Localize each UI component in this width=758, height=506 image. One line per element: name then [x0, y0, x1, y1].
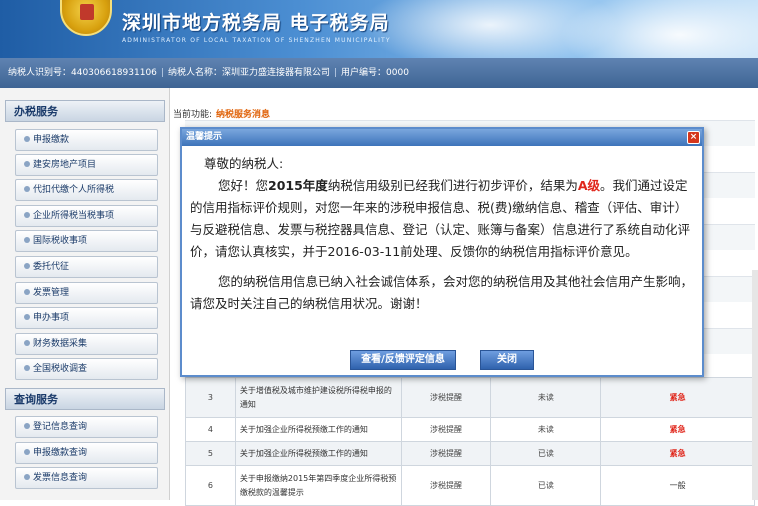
bullet-icon [24, 212, 30, 218]
view-feedback-button[interactable]: 查看/反馈评定信息 [350, 350, 456, 370]
notice-dialog: 温馨提示 × 尊敬的纳税人: 您好！您2015年度纳税信用级别已经我们进行初步评… [180, 127, 704, 377]
dialog-paragraph-1: 您好！您2015年度纳税信用级别已经我们进行初步评价，结果为A级。我们通过设定的… [190, 178, 691, 259]
sidebar: 办税服务 申报缴款 建安房地产项目 代扣代缴个人所得税 企业所得税当税事项 国际… [0, 88, 170, 500]
message-level: 紧急 [600, 377, 755, 418]
message-title-link[interactable]: 关于加强企业所得税预缴工作的通知 [234, 441, 402, 466]
sidebar-item-financial-data[interactable]: 财务数据采集 [15, 333, 158, 355]
taxpayer-name: 纳税人名称：深圳亚力盛连接器有限公司 [167, 68, 330, 78]
site-title: 深圳市地方税务局 电子税务局 [122, 12, 390, 34]
bullet-icon [24, 423, 30, 429]
breadcrumb-current: 纳税服务消息 [216, 110, 271, 120]
bullet-icon [24, 289, 30, 295]
message-status: 未读 [490, 377, 602, 418]
message-title-link[interactable]: 关于加强企业所得税预缴工作的通知 [234, 417, 402, 442]
user-number: 用户编号：0000 [341, 68, 409, 78]
cloud-decoration [560, 0, 758, 58]
message-title-link[interactable]: 关于增值税及城市维护建设税所得税申报的通知 [234, 377, 402, 418]
message-type: 涉税提醒 [400, 377, 492, 418]
breadcrumb-label: 当前功能: [173, 110, 213, 120]
dialog-paragraph-2: 您的纳税信用信息已纳入社会诚信体系，会对您的纳税信用及其他社会信用产生影响，请您… [190, 274, 694, 311]
table-row[interactable]: 3 关于增值税及城市维护建设税所得税申报的通知 涉税提醒 未读 紧急 [185, 377, 755, 418]
message-table: 3 关于增值税及城市维护建设税所得税申报的通知 涉税提醒 未读 紧急 4 关于加… [185, 377, 755, 506]
sidebar-section-query-services[interactable]: 查询服务 [5, 388, 165, 410]
site-subtitle: ADMINISTRATOR OF LOCAL TAXATION OF SHENZ… [122, 37, 391, 44]
sidebar-item-payment-query[interactable]: 申报缴款查询 [15, 442, 158, 464]
bullet-icon [24, 314, 30, 320]
bullet-icon [24, 263, 30, 269]
message-level: 紧急 [600, 417, 755, 442]
message-level: 紧急 [600, 441, 755, 466]
table-row[interactable]: 5 关于加强企业所得税预缴工作的通知 涉税提醒 已读 紧急 [185, 441, 755, 466]
breadcrumb: 当前功能: 纳税服务消息 [173, 107, 270, 120]
close-icon[interactable]: × [687, 131, 700, 144]
close-button[interactable]: 关闭 [480, 350, 534, 370]
message-status: 已读 [490, 441, 602, 466]
message-type: 涉税提醒 [400, 417, 492, 442]
sidebar-item-tax-survey[interactable]: 全国税收调查 [15, 358, 158, 380]
sidebar-item-withholding-iit[interactable]: 代扣代缴个人所得税 [15, 179, 158, 201]
bullet-icon [24, 474, 30, 480]
dialog-body: 尊敬的纳税人: 您好！您2015年度纳税信用级别已经我们进行初步评价，结果为A级… [190, 153, 696, 315]
sidebar-item-international-tax[interactable]: 国际税收事项 [15, 230, 158, 252]
bullet-icon [24, 136, 30, 142]
bullet-icon [24, 237, 30, 243]
bullet-icon [24, 365, 30, 371]
sidebar-item-registration-query[interactable]: 登记信息查询 [15, 416, 158, 438]
taxpayer-info-bar: 纳税人识别号：440306618931106 | 纳税人名称：深圳亚力盛连接器有限公… [0, 58, 758, 88]
sidebar-item-applications[interactable]: 申办事项 [15, 307, 158, 329]
bullet-icon [24, 161, 30, 167]
page-scrollbar[interactable] [752, 270, 758, 500]
sidebar-item-entrusted-collection[interactable]: 委托代征 [15, 256, 158, 278]
sidebar-item-invoice-management[interactable]: 发票管理 [15, 282, 158, 304]
row-number: 4 [185, 417, 236, 442]
sidebar-item-declare-pay[interactable]: 申报缴款 [15, 129, 158, 151]
table-row[interactable]: 4 关于加强企业所得税预缴工作的通知 涉税提醒 未读 紧急 [185, 417, 755, 442]
sidebar-item-construction-realestate[interactable]: 建安房地产项目 [15, 154, 158, 176]
sidebar-item-invoice-query[interactable]: 发票信息查询 [15, 467, 158, 489]
credit-grade: A级 [577, 178, 601, 193]
bullet-icon [24, 340, 30, 346]
message-status: 未读 [490, 417, 602, 442]
row-number: 3 [185, 377, 236, 418]
dialog-greeting: 尊敬的纳税人: [204, 156, 284, 171]
header-banner: 深圳市地方税务局 电子税务局 ADMINISTRATOR OF LOCAL TA… [0, 0, 758, 58]
message-type: 涉税提醒 [400, 441, 492, 466]
sidebar-item-cit-matters[interactable]: 企业所得税当税事项 [15, 205, 158, 227]
credit-year: 2015年度 [268, 178, 328, 193]
sidebar-section-tax-services[interactable]: 办税服务 [5, 100, 165, 122]
bullet-icon [24, 186, 30, 192]
dialog-title: 温馨提示 [182, 129, 702, 146]
tax-emblem-logo [60, 0, 112, 36]
bullet-icon [24, 449, 30, 455]
row-number: 5 [185, 441, 236, 466]
taxpayer-id: 纳税人识别号：440306618931106 [8, 68, 157, 78]
